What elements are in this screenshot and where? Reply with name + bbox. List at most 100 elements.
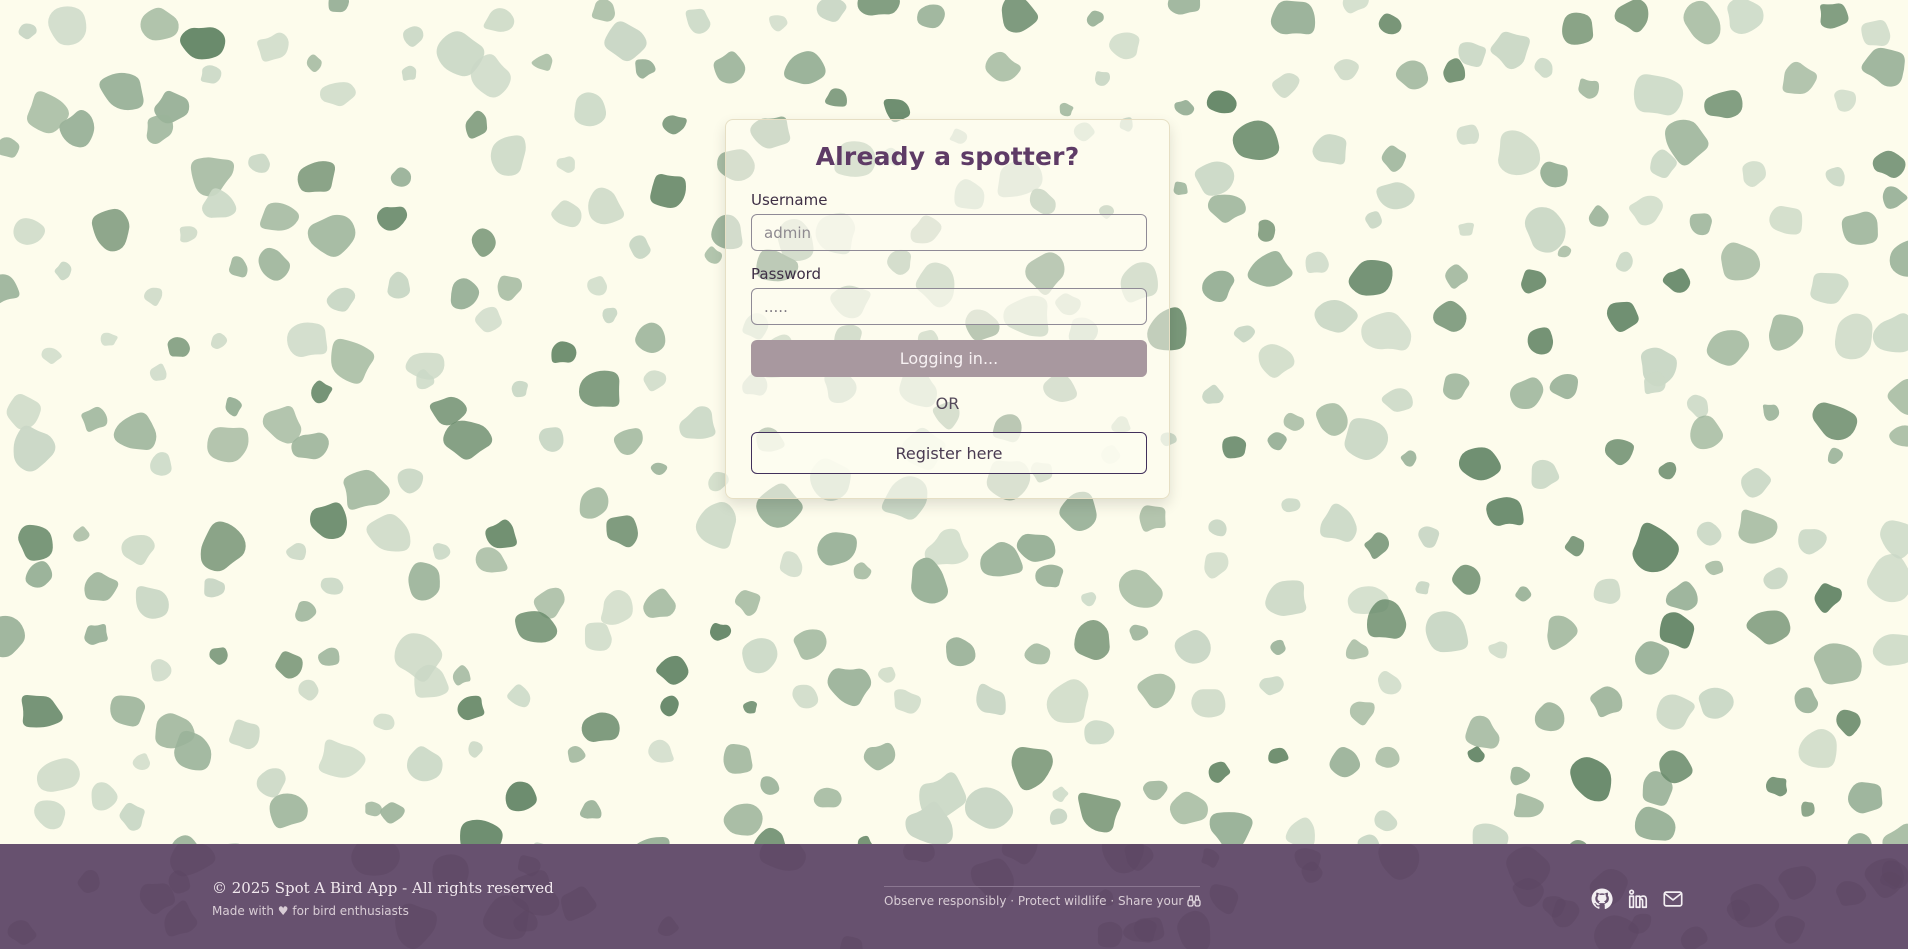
spot-69 [297, 161, 336, 193]
register-button[interactable]: Register here [751, 432, 1147, 474]
spot-121 [1588, 205, 1609, 227]
spot-182 [1361, 312, 1412, 351]
spot-356 [298, 679, 319, 701]
spot-335 [945, 637, 976, 667]
spot-243 [1222, 436, 1247, 459]
spot-282 [1632, 522, 1679, 573]
spot-190 [1872, 313, 1908, 353]
spot-193 [81, 406, 108, 432]
spot-307 [1204, 552, 1229, 579]
spot-137 [587, 276, 608, 296]
spot-245 [1344, 418, 1389, 460]
spot-288 [25, 561, 53, 588]
spot-6 [403, 26, 424, 47]
spot-398 [863, 742, 896, 771]
footer-spot-37 [1209, 884, 1239, 915]
spot-257 [73, 526, 90, 542]
password-input[interactable] [751, 288, 1147, 325]
spot-340 [1270, 639, 1286, 656]
spot-158 [1889, 240, 1908, 277]
spot-85 [1312, 134, 1347, 165]
spot-232 [538, 427, 564, 452]
spot-395 [723, 743, 753, 774]
spot-400 [1011, 746, 1053, 791]
spot-421 [365, 801, 382, 817]
spot-381 [1836, 709, 1861, 737]
spot-188 [1769, 314, 1804, 351]
copyright-text: © 2025 Spot A Bird App - All rights rese… [212, 879, 554, 897]
spot-378 [1656, 694, 1695, 730]
page: Already a spotter? Username Password Log… [0, 0, 1908, 949]
spot-285 [1798, 529, 1827, 555]
spot-49 [1094, 71, 1111, 86]
spot-128 [0, 274, 20, 304]
spot-149 [1305, 251, 1329, 274]
spot-125 [1841, 211, 1878, 245]
footer-spot-7 [1201, 848, 1220, 868]
spot-373 [1349, 701, 1375, 726]
spot-167 [475, 306, 502, 333]
login-button[interactable]: Logging in... [751, 340, 1147, 377]
spot-24 [1490, 31, 1530, 70]
footer-spot-34 [139, 883, 175, 915]
spot-324 [275, 651, 303, 679]
spot-259 [200, 521, 246, 572]
spot-181 [1314, 300, 1358, 333]
binoculars-icon [1187, 895, 1201, 907]
spot-434 [1169, 791, 1208, 825]
footer-spot-44 [1097, 921, 1123, 948]
spot-53 [1333, 59, 1359, 81]
spot-264 [485, 519, 517, 549]
spot-59 [1704, 90, 1743, 119]
spot-115 [1207, 194, 1246, 223]
footer-spot-25 [657, 916, 679, 937]
github-icon[interactable] [1591, 888, 1613, 910]
spot-362 [660, 695, 679, 717]
spot-45 [824, 88, 847, 107]
spot-105 [588, 187, 625, 225]
spot-47 [985, 51, 1021, 82]
footer-spot-20 [1506, 846, 1551, 890]
spot-252 [1741, 468, 1772, 498]
spot-397 [813, 787, 842, 808]
spot-292 [295, 600, 317, 622]
spot-233 [613, 428, 643, 455]
spot-23 [1458, 42, 1487, 68]
spot-385 [91, 782, 118, 811]
spot-376 [1534, 702, 1565, 732]
spot-132 [258, 247, 291, 281]
spot-18 [1109, 32, 1140, 60]
spot-97 [91, 208, 130, 252]
spot-345 [1547, 615, 1578, 650]
login-title: Already a spotter? [815, 142, 1080, 171]
spot-316 [1763, 567, 1788, 590]
username-input[interactable] [751, 214, 1147, 251]
spot-279 [1418, 526, 1440, 548]
spot-298 [643, 588, 676, 618]
spot-300 [779, 551, 803, 578]
linkedin-icon[interactable] [1627, 888, 1649, 910]
mail-icon[interactable] [1662, 888, 1684, 910]
spot-86 [1381, 145, 1407, 172]
spot-184 [1527, 327, 1554, 355]
spot-87 [1456, 124, 1480, 145]
spot-66 [146, 114, 174, 144]
spot-394 [648, 739, 674, 763]
tagline-text: Observe responsibly · Protect wildlife ·… [884, 894, 1184, 908]
spot-406 [1375, 746, 1400, 768]
spot-331 [709, 622, 732, 641]
spot-427 [723, 803, 763, 836]
spot-216 [1510, 377, 1544, 410]
spot-310 [1415, 581, 1430, 595]
spot-25 [1562, 12, 1594, 45]
spot-265 [579, 487, 609, 519]
spot-348 [1746, 610, 1791, 645]
spot-161 [100, 332, 118, 346]
spot-379 [1698, 687, 1734, 719]
footer-spot-31 [1177, 910, 1211, 949]
spot-195 [225, 397, 242, 417]
spot-299 [734, 590, 761, 616]
spot-60 [1782, 61, 1817, 95]
spot-179 [1233, 325, 1256, 343]
spot-297 [600, 590, 633, 625]
